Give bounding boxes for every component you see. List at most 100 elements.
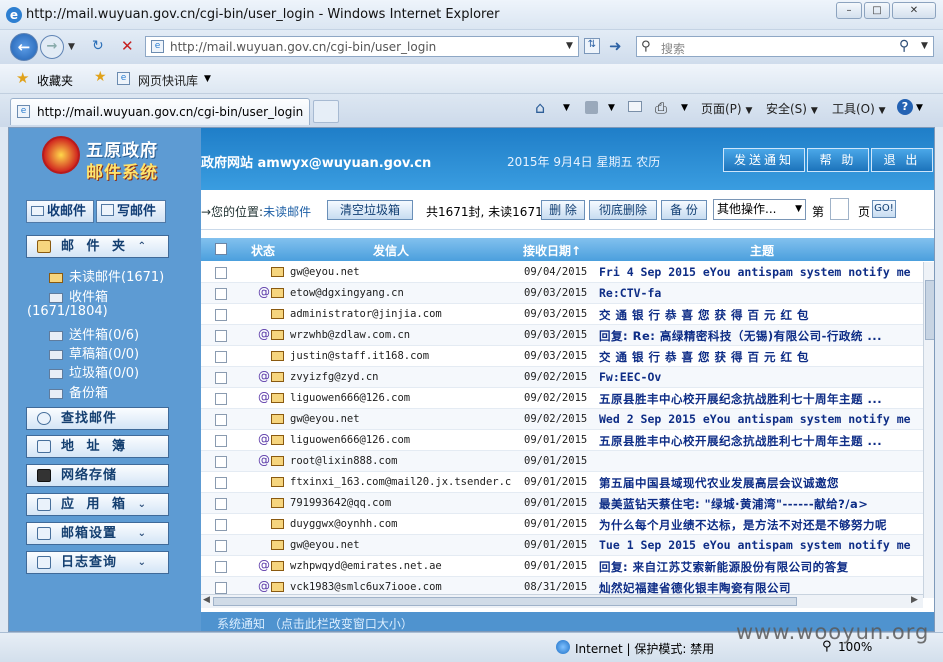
folder-drafts[interactable]: 草稿箱(0/0): [49, 343, 139, 362]
back-icon[interactable]: ←: [10, 33, 38, 61]
row-checkbox[interactable]: [215, 351, 227, 363]
compatibility-view-icon[interactable]: ⇅: [584, 38, 600, 54]
clear-trash-button[interactable]: 清空垃圾箱: [327, 200, 413, 220]
web-slice-gallery-link[interactable]: 网页快讯库: [138, 72, 198, 89]
row-sender[interactable]: zvyizfg@zyd.cn: [290, 371, 512, 383]
table-row[interactable]: @ wzhpwqyd@emirates.net.ae 09/01/2015 回复: 来…: [201, 556, 923, 577]
row-checkbox[interactable]: [215, 372, 227, 384]
row-subject[interactable]: 交 通 银 行 恭 喜 您 获 得 百 元 红 包: [599, 307, 921, 323]
backup-button[interactable]: 备 份: [661, 200, 707, 220]
row-sender[interactable]: wrzwhb@zdlaw.com.cn: [290, 329, 512, 341]
row-checkbox[interactable]: [215, 456, 227, 468]
scroll-right-icon[interactable]: ▶: [911, 595, 918, 605]
breadcrumb-current[interactable]: 未读邮件: [263, 205, 311, 219]
row-subject[interactable]: 第五届中国县域现代农业发展高层会议诚邀您: [599, 475, 921, 491]
select-all-checkbox[interactable]: [215, 243, 227, 255]
row-checkbox[interactable]: [215, 477, 227, 489]
feeds-icon[interactable]: [585, 101, 598, 114]
row-sender[interactable]: duyggwx@oynhh.com: [290, 518, 512, 530]
go-button[interactable]: GO!: [872, 200, 896, 218]
row-checkbox[interactable]: [215, 561, 227, 573]
folder-sent[interactable]: 送件箱(0/6): [49, 324, 139, 343]
row-checkbox[interactable]: [215, 498, 227, 510]
row-sender[interactable]: administrator@jinjia.com: [290, 308, 512, 320]
forward-icon[interactable]: →: [40, 35, 64, 59]
home-dropdown-icon[interactable]: ▼: [563, 103, 570, 113]
receive-mail-button[interactable]: 收邮件: [26, 200, 94, 223]
help-icon[interactable]: ?: [897, 99, 913, 115]
search-mail-button[interactable]: 查找邮件: [26, 407, 169, 430]
row-subject[interactable]: Fw:EEC-Ov: [599, 370, 921, 384]
web-slice-dropdown-icon[interactable]: ▼: [204, 74, 211, 84]
close-button[interactable]: ✕: [892, 2, 936, 19]
horizontal-scrollbar[interactable]: ◀ ▶: [201, 594, 923, 608]
go-arrow-icon[interactable]: ➜: [609, 37, 622, 55]
row-sender[interactable]: gw@eyou.net: [290, 413, 512, 425]
new-tab-button[interactable]: [313, 100, 339, 123]
browser-tab[interactable]: e http://mail.wuyuan.gov.cn/cgi-bin/user…: [10, 98, 310, 125]
compose-mail-button[interactable]: 写邮件: [96, 200, 166, 223]
recent-pages-dropdown-icon[interactable]: ▼: [68, 42, 75, 52]
vertical-scrollbar[interactable]: [923, 262, 934, 598]
row-subject[interactable]: Fri 4 Sep 2015 eYou antispam system noti…: [599, 265, 921, 279]
column-sender[interactable]: 发信人: [373, 242, 409, 259]
delete-permanently-button[interactable]: 彻底删除: [589, 200, 657, 220]
row-checkbox[interactable]: [215, 414, 227, 426]
row-sender[interactable]: liguowen666@126.com: [290, 434, 512, 446]
row-sender[interactable]: ftxinxi_163.com@mail20.jx.tsender.com: [290, 476, 512, 488]
row-checkbox[interactable]: [215, 435, 227, 447]
folders-header[interactable]: 邮 件 夹 ⌃: [26, 235, 169, 258]
folder-inbox[interactable]: 收件箱: [49, 286, 108, 305]
table-row[interactable]: duyggwx@oynhh.com 09/01/2015 为什么每个月业绩不达标，是…: [201, 514, 923, 535]
table-row[interactable]: 791993642@qq.com 09/01/2015 最美蓝钻天蔡住宅: "绿城·…: [201, 493, 923, 514]
row-subject[interactable]: 回复: 来自江苏艾索新能源股份有限公司的答复: [599, 559, 921, 575]
table-row[interactable]: @ root@lixin888.com 09/01/2015: [201, 451, 923, 472]
horizontal-scroll-thumb[interactable]: [213, 597, 797, 606]
row-subject[interactable]: Tue 1 Sep 2015 eYou antispam system noti…: [599, 538, 921, 552]
search-icon[interactable]: ⚲: [899, 38, 909, 54]
print-dropdown-icon[interactable]: ▼: [681, 103, 688, 113]
address-url[interactable]: http://mail.wuyuan.gov.cn/cgi-bin/user_l…: [170, 40, 436, 54]
table-row[interactable]: @ vck1983@smlc6ux7iooe.com 08/31/2015 灿然妃福建…: [201, 577, 923, 594]
stop-icon[interactable]: ✕: [121, 37, 134, 55]
row-subject[interactable]: 五原县胜丰中心校开展纪念抗战胜利七十周年主题 ...: [599, 433, 921, 449]
help-dropdown-icon[interactable]: ▼: [916, 103, 923, 113]
row-checkbox[interactable]: [215, 540, 227, 552]
column-subject[interactable]: 主题: [750, 242, 774, 259]
row-subject[interactable]: 五原县胜丰中心校开展纪念抗战胜利七十周年主题 ...: [599, 391, 921, 407]
address-book-button[interactable]: 地 址 簿: [26, 435, 169, 458]
help-button[interactable]: 帮 助: [807, 148, 869, 172]
table-row[interactable]: @ liguowen666@126.com 09/01/2015 五原县胜丰中心校开展…: [201, 430, 923, 451]
table-row[interactable]: @ zvyizfg@zyd.cn 09/02/2015 Fw:EEC-Ov: [201, 367, 923, 388]
table-row[interactable]: gw@eyou.net 09/01/2015 Tue 1 Sep 2015 eYou…: [201, 535, 923, 556]
net-storage-button[interactable]: 网络存储: [26, 464, 169, 487]
column-status[interactable]: 状态: [251, 242, 275, 259]
row-sender[interactable]: vck1983@smlc6ux7iooe.com: [290, 581, 512, 593]
table-row[interactable]: administrator@jinjia.com 09/03/2015 交 通 银 …: [201, 304, 923, 325]
folder-unread[interactable]: 未读邮件(1671): [49, 266, 164, 285]
send-notice-button[interactable]: 发送通知: [723, 148, 805, 172]
table-row[interactable]: gw@eyou.net 09/04/2015 Fri 4 Sep 2015 eYou…: [201, 262, 923, 283]
column-date[interactable]: 接收日期↑: [523, 242, 581, 259]
row-subject[interactable]: 回复: Re: 高绿精密科技（无锡)有限公司-行政统 ...: [599, 328, 921, 344]
page-number-input[interactable]: [830, 198, 849, 220]
row-sender[interactable]: 791993642@qq.com: [290, 497, 512, 509]
favorites-star-icon[interactable]: ★: [16, 69, 29, 87]
more-operations-select[interactable]: 其他操作... ▼: [713, 199, 806, 220]
minimize-button[interactable]: –: [836, 2, 862, 19]
refresh-icon[interactable]: ↻: [92, 38, 104, 54]
search-box[interactable]: ⚲ 搜索 ⚲ ▼: [636, 36, 934, 57]
table-row[interactable]: gw@eyou.net 09/02/2015 Wed 2 Sep 2015 eYou…: [201, 409, 923, 430]
row-checkbox[interactable]: [215, 519, 227, 531]
table-row[interactable]: @ wrzwhb@zdlaw.com.cn 09/03/2015 回复: Re: 高绿…: [201, 325, 923, 346]
home-icon[interactable]: ⌂: [535, 98, 545, 117]
scroll-left-icon[interactable]: ◀: [203, 595, 210, 605]
row-checkbox[interactable]: [215, 309, 227, 321]
row-sender[interactable]: justin@staff.it168.com: [290, 350, 512, 362]
row-sender[interactable]: wzhpwqyd@emirates.net.ae: [290, 560, 512, 572]
search-input[interactable]: 搜索: [661, 40, 685, 57]
row-sender[interactable]: liguowen666@126.com: [290, 392, 512, 404]
row-checkbox[interactable]: [215, 582, 227, 594]
row-checkbox[interactable]: [215, 330, 227, 342]
row-sender[interactable]: gw@eyou.net: [290, 266, 512, 278]
